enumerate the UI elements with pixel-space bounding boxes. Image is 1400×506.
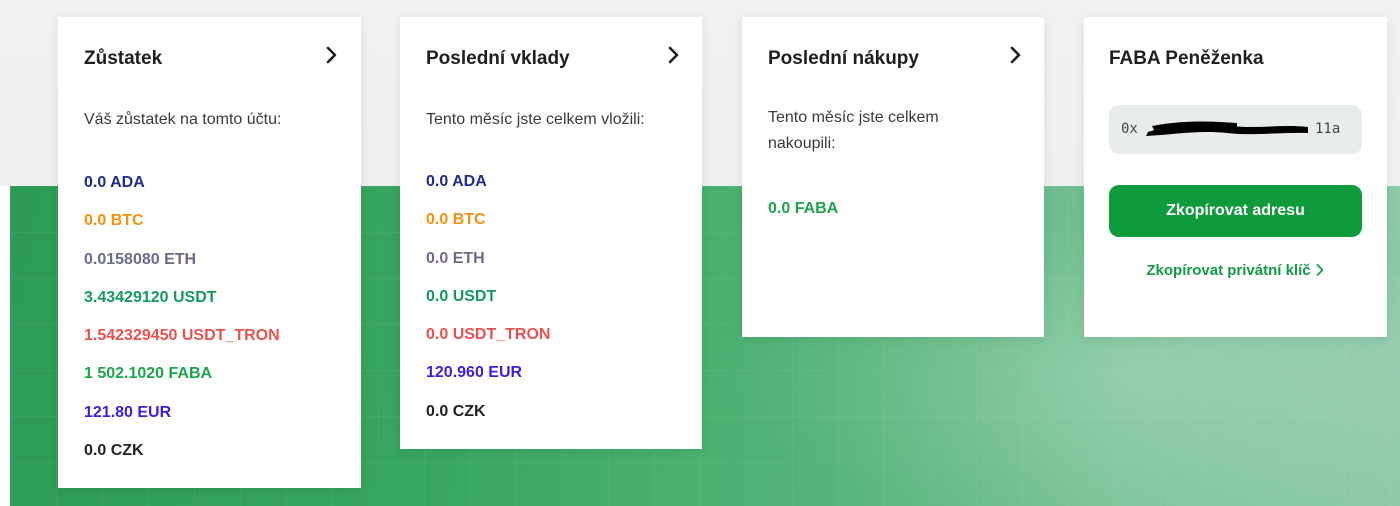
balance-card-description: Váš zůstatek na tomto účtu: xyxy=(84,111,282,128)
purchases-card: Poslední nákupy Tento měsíc jste celkem … xyxy=(742,17,1044,337)
chevron-right-icon[interactable] xyxy=(320,44,342,66)
chevron-right-icon xyxy=(1316,264,1324,276)
balance-item-eth: 0.0158080 ETH xyxy=(84,250,197,268)
wallet-address-prefix: 0x xyxy=(1121,121,1138,137)
deposit-item-eth: 0.0 ETH xyxy=(426,249,485,267)
deposits-card-description: Tento měsíc jste celkem vložili: xyxy=(426,111,645,128)
redaction-mark xyxy=(1146,121,1308,136)
purchase-item-faba: 0.0 FABA xyxy=(768,200,839,217)
balance-item-usdt-tron: 1.542329450 USDT_TRON xyxy=(84,327,280,345)
balance-card: Zůstatek Váš zůstatek na tomto účtu: 0.0… xyxy=(58,17,361,488)
balance-item-czk: 0.0 CZK xyxy=(84,442,144,460)
deposit-item-usdt: 0.0 USDT xyxy=(426,287,497,305)
wallet-card-title: FABA Peněženka xyxy=(1109,48,1264,69)
deposits-card-title: Poslední vklady xyxy=(426,48,570,69)
chevron-right-icon[interactable] xyxy=(662,44,684,66)
balance-item-btc: 0.0 BTC xyxy=(84,212,144,230)
deposit-item-usdt-tron: 0.0 USDT_TRON xyxy=(426,326,551,344)
page-left-edge xyxy=(0,186,10,506)
deposit-item-btc: 0.0 BTC xyxy=(426,211,486,229)
balance-card-title: Zůstatek xyxy=(84,48,163,69)
copy-address-button[interactable]: Zkopírovat adresu xyxy=(1109,185,1362,237)
purchases-list: 0.0 FABA xyxy=(768,199,838,237)
deposits-list: 0.0 ADA 0.0 BTC 0.0 ETH 0.0 USDT 0.0 USD… xyxy=(426,172,550,440)
balance-item-usdt: 3.43429120 USDT xyxy=(84,288,217,306)
purchases-card-description: Tento měsíc jste celkem nakoupili: xyxy=(768,105,939,157)
copy-private-key-label: Zkopírovat privátní klíč xyxy=(1146,262,1311,279)
deposit-item-czk: 0.0 CZK xyxy=(426,402,486,420)
wallet-card: FABA Peněženka xyxy=(1084,17,1387,337)
deposits-card: Poslední vklady Tento měsíc jste celkem … xyxy=(400,17,702,449)
purchases-description-line-2: nakoupili: xyxy=(768,135,836,152)
balance-item-eur: 121.80 EUR xyxy=(84,403,172,421)
purchases-description-line-1: Tento měsíc jste celkem xyxy=(768,109,939,126)
deposit-item-ada: 0.0 ADA xyxy=(426,173,487,190)
deposit-item-eur: 120.960 EUR xyxy=(426,364,523,382)
purchases-card-title: Poslední nákupy xyxy=(768,48,919,69)
balance-item-faba: 1 502.1020 FABA xyxy=(84,365,213,383)
wallet-address-suffix: 11a xyxy=(1315,121,1341,137)
balance-item-ada: 0.0 ADA xyxy=(84,174,145,191)
balance-list: 0.0 ADA 0.0 BTC 0.0158080 ETH 3.43429120… xyxy=(84,173,280,479)
chevron-right-icon[interactable] xyxy=(1004,44,1026,66)
copy-private-key-link[interactable]: Zkopírovat privátní klíč xyxy=(1109,262,1362,279)
